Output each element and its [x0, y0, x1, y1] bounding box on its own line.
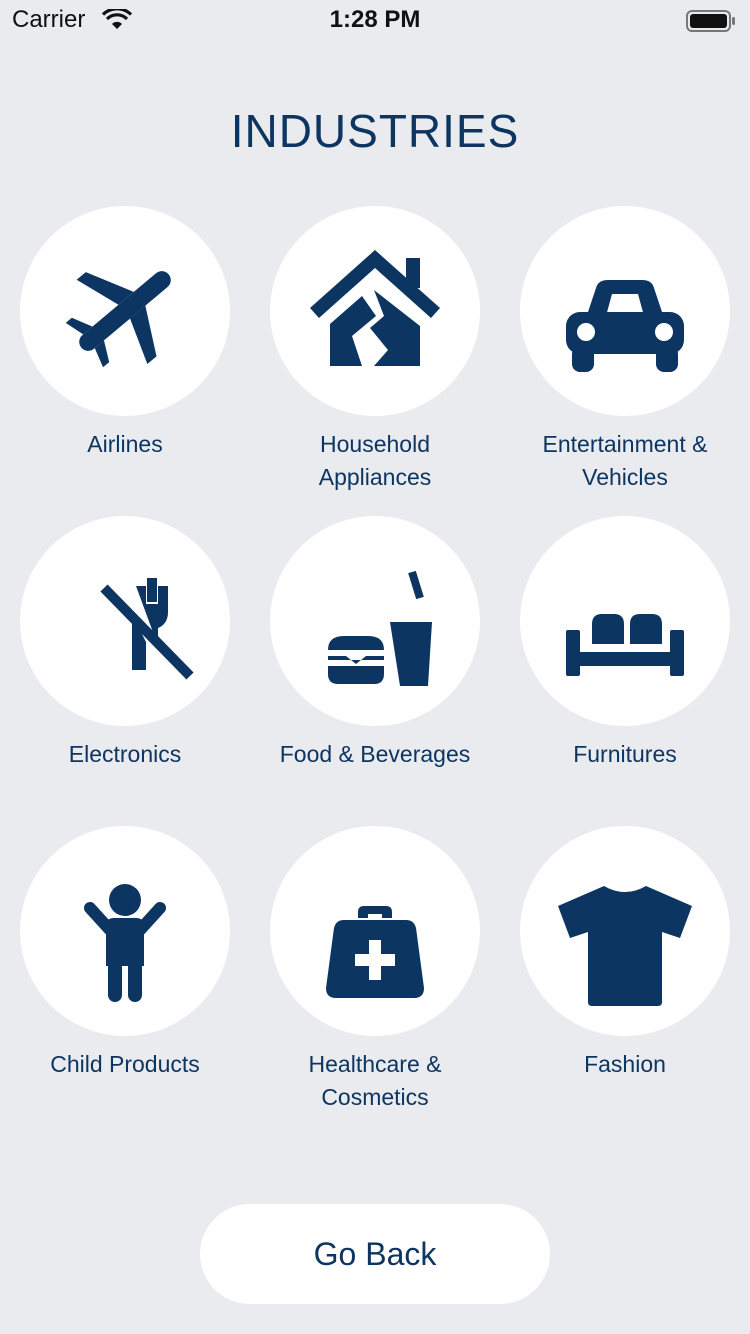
industry-circle[interactable]: [270, 826, 480, 1036]
industry-label: Electronics: [68, 741, 182, 767]
industry-circle[interactable]: [270, 206, 480, 416]
industry-label: Healthcare & Cosmetics: [308, 1051, 442, 1110]
industry-circle[interactable]: [520, 516, 730, 726]
burger-drink-icon: [328, 570, 432, 686]
industry-circle[interactable]: [20, 516, 230, 726]
industry-label: Household Appliances: [318, 431, 432, 490]
car-icon: [566, 280, 684, 372]
tshirt-icon: [558, 886, 692, 1006]
industry-circle[interactable]: [520, 826, 730, 1036]
bed-icon: [566, 614, 684, 676]
house-icon: [310, 250, 440, 366]
page-title: INDUSTRIES: [230, 105, 520, 157]
medical-bag-icon: [326, 906, 424, 998]
industry-label: Airlines: [87, 431, 163, 457]
industry-label: Child Products: [50, 1051, 200, 1077]
industry-circle[interactable]: [520, 206, 730, 416]
unplugged-icon: [100, 578, 194, 680]
go-back-button[interactable]: Go Back: [200, 1204, 550, 1304]
industry-circle[interactable]: [270, 516, 480, 726]
child-icon: [84, 884, 166, 1002]
industry-label: Furnitures: [573, 741, 677, 767]
clock: 1:28 PM: [329, 6, 421, 33]
industry-label: Fashion: [584, 1051, 666, 1077]
airplane-icon: [65, 271, 171, 368]
industry-label: Food & Beverages: [279, 741, 471, 767]
industry-label: Entertainment & Vehicles: [542, 431, 708, 490]
status-bar: Carrier 1:28 PM: [0, 0, 750, 40]
industry-circle[interactable]: [20, 826, 230, 1036]
battery-icon: [686, 10, 735, 32]
industry-circle[interactable]: [20, 206, 230, 416]
